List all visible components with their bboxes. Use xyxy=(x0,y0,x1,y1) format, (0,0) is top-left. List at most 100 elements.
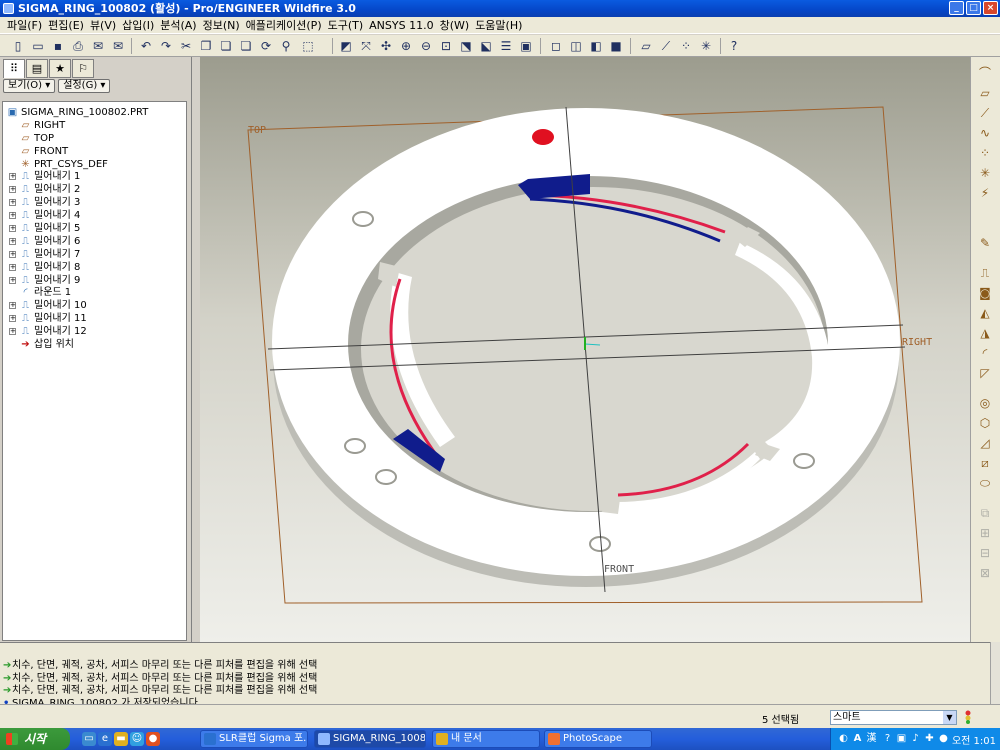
maximize-button[interactable]: □ xyxy=(966,1,981,15)
expand-icon[interactable]: + xyxy=(9,212,16,220)
show-button[interactable]: 보기(O) ▾ xyxy=(3,79,56,93)
open-folder-icon[interactable]: ▭ xyxy=(30,38,46,54)
desktop-icon[interactable]: ▭ xyxy=(82,732,96,746)
sketch-icon[interactable]: ⌒ xyxy=(977,65,993,81)
regenerate-icon[interactable]: ⟳ xyxy=(258,38,274,54)
datum-axis-toggle-icon[interactable]: ⟋ xyxy=(658,38,674,54)
layers-icon[interactable]: ☰ xyxy=(498,38,514,54)
draft-tool-icon[interactable]: ⧄ xyxy=(977,455,993,471)
folder-icon[interactable]: ▬ xyxy=(114,732,128,746)
selection-box-icon[interactable]: ⬚ xyxy=(300,38,316,54)
menu-edit[interactable]: 편집(E) xyxy=(45,17,87,33)
zoom-out-icon[interactable]: ⊖ xyxy=(418,38,434,54)
hidden-line-icon[interactable]: ◫ xyxy=(568,38,584,54)
cut-icon[interactable]: ✂ xyxy=(178,38,194,54)
tray-app-icon[interactable]: ● xyxy=(937,732,950,745)
ime-mode-a[interactable]: A xyxy=(851,732,864,745)
close-button[interactable]: × xyxy=(983,1,998,15)
extrude-tool-icon[interactable]: ⎍ xyxy=(977,265,993,281)
merge-tool-icon[interactable]: ⊞ xyxy=(977,525,993,541)
volume-icon[interactable]: ♪ xyxy=(909,732,922,745)
hole-tool-icon[interactable]: ◎ xyxy=(977,395,993,411)
no-hidden-icon[interactable]: ◧ xyxy=(588,38,604,54)
expand-icon[interactable]: + xyxy=(9,250,16,258)
pattern-tool-icon[interactable]: ⬭ xyxy=(977,475,993,491)
expand-icon[interactable]: + xyxy=(9,276,16,284)
network-icon[interactable]: ▣ xyxy=(895,732,908,745)
model-tree-tab[interactable]: ⠿ xyxy=(3,59,25,78)
ime-hanja[interactable]: 漢 xyxy=(865,732,878,745)
csys-tool-icon[interactable]: ✳ xyxy=(977,165,993,181)
sketch-tool-icon[interactable]: ✎ xyxy=(977,235,993,251)
expand-icon[interactable]: + xyxy=(9,263,16,271)
mirror-tool-icon[interactable]: ⧉ xyxy=(977,505,993,521)
settings-button[interactable]: 설정(G) ▾ xyxy=(58,79,111,93)
blend-tool-icon[interactable]: ◮ xyxy=(977,325,993,341)
expand-icon[interactable]: + xyxy=(9,186,16,194)
media-icon[interactable]: ● xyxy=(146,732,160,746)
shading-icon[interactable]: ■ xyxy=(608,38,624,54)
trim-tool-icon[interactable]: ⊟ xyxy=(977,545,993,561)
orient-mode-icon[interactable]: ✣ xyxy=(378,38,394,54)
sweep-tool-icon[interactable]: ◭ xyxy=(977,305,993,321)
new-file-icon[interactable]: ▯ xyxy=(10,38,26,54)
antivirus-icon[interactable]: ✚ xyxy=(923,732,936,745)
redo-icon[interactable]: ↷ xyxy=(158,38,174,54)
panel-splitter[interactable] xyxy=(192,57,200,642)
save-icon[interactable]: ▪ xyxy=(50,38,66,54)
ime-icon[interactable]: ◐ xyxy=(837,732,850,745)
csys-toggle-icon[interactable]: ✳ xyxy=(698,38,714,54)
task-proe[interactable]: SIGMA_RING_1008... xyxy=(314,730,426,748)
ie-icon[interactable]: e xyxy=(98,732,112,746)
connections-tab[interactable]: ⚐ xyxy=(72,59,94,78)
datum-point-tool-icon[interactable]: ⁘ xyxy=(977,145,993,161)
folder-browser-tab[interactable]: ▤ xyxy=(26,59,48,78)
message-scrollbar[interactable] xyxy=(990,642,1000,704)
round-tool-icon[interactable]: ◜ xyxy=(977,345,993,361)
paste-icon[interactable]: ❏ xyxy=(218,38,234,54)
paste-special-icon[interactable]: ❏ xyxy=(238,38,254,54)
messenger-icon[interactable]: ☺ xyxy=(130,732,144,746)
datum-plane-tool-icon[interactable]: ▱ xyxy=(977,85,993,101)
menu-analysis[interactable]: 분석(A) xyxy=(157,17,199,33)
zoom-in-icon[interactable]: ⊕ xyxy=(398,38,414,54)
spin-center-icon[interactable]: ⤧ xyxy=(358,38,374,54)
task-slrclub[interactable]: SLR클럽 Sigma 포... xyxy=(200,730,308,748)
graphics-window[interactable]: TOP RIGHT FRONT xyxy=(200,57,970,642)
expand-icon[interactable]: + xyxy=(9,173,16,181)
menu-tools[interactable]: 도구(T) xyxy=(325,17,367,33)
find-icon[interactable]: ⚲ xyxy=(278,38,294,54)
datum-axis-tool-icon[interactable]: ⟋ xyxy=(977,105,993,121)
analysis-tool-icon[interactable]: ⚡ xyxy=(977,185,993,201)
rib-tool-icon[interactable]: ◿ xyxy=(977,435,993,451)
expand-icon[interactable]: + xyxy=(9,199,16,207)
expand-icon[interactable]: + xyxy=(9,225,16,233)
help-tray-icon[interactable]: ? xyxy=(881,732,894,745)
minimize-button[interactable]: _ xyxy=(949,1,964,15)
shell-tool-icon[interactable]: ⬡ xyxy=(977,415,993,431)
offset-tool-icon[interactable]: ⊠ xyxy=(977,565,993,581)
menu-file[interactable]: 파일(F) xyxy=(4,17,45,33)
datum-curve-tool-icon[interactable]: ∿ xyxy=(977,125,993,141)
task-photoscape[interactable]: PhotoScape xyxy=(544,730,652,748)
context-help-icon[interactable]: ? xyxy=(726,38,742,54)
repaint-icon[interactable]: ◩ xyxy=(338,38,354,54)
menu-applications[interactable]: 애플리케이션(P) xyxy=(243,17,325,33)
menu-help[interactable]: 도움말(H) xyxy=(472,17,525,33)
selection-filter-dropdown[interactable]: 스마트 ▼ xyxy=(830,710,957,725)
chamfer-tool-icon[interactable]: ◸ xyxy=(977,365,993,381)
menu-info[interactable]: 정보(N) xyxy=(200,17,243,33)
view-manager-icon[interactable]: ▣ xyxy=(518,38,534,54)
email-link-icon[interactable]: ✉ xyxy=(110,38,126,54)
menu-view[interactable]: 뷰(V) xyxy=(87,17,119,33)
wireframe-icon[interactable]: ◻ xyxy=(548,38,564,54)
email-icon[interactable]: ✉ xyxy=(90,38,106,54)
refit-icon[interactable]: ⊡ xyxy=(438,38,454,54)
copy-icon[interactable]: ❐ xyxy=(198,38,214,54)
datum-point-toggle-icon[interactable]: ⁘ xyxy=(678,38,694,54)
saved-views-icon[interactable]: ⬕ xyxy=(478,38,494,54)
task-my-documents[interactable]: 내 문서 xyxy=(432,730,540,748)
menu-ansys[interactable]: ANSYS 11.0 xyxy=(366,19,436,32)
start-button[interactable]: 시작 xyxy=(0,728,70,750)
menu-insert[interactable]: 삽입(I) xyxy=(119,17,157,33)
